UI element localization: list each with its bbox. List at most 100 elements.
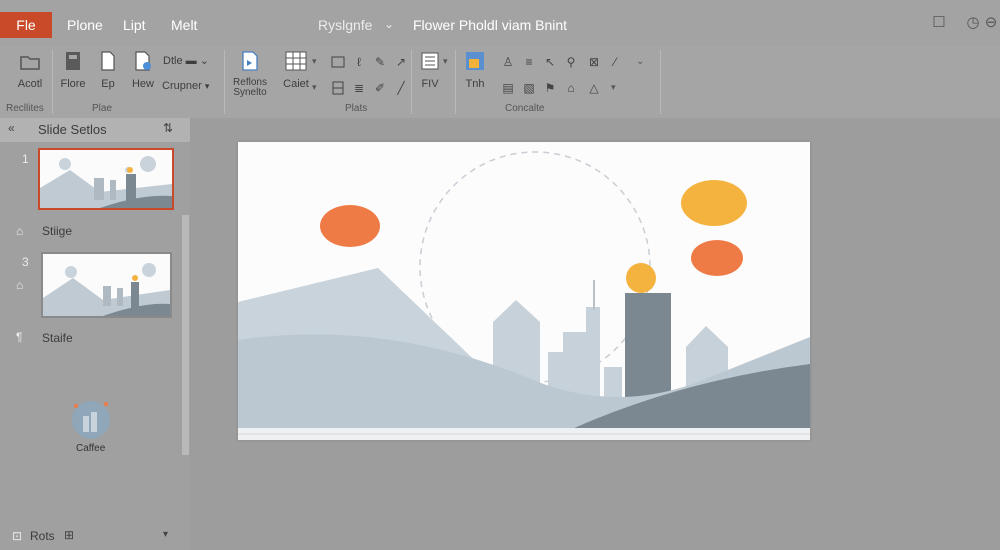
columns-icon[interactable] bbox=[330, 80, 346, 96]
lines-icon[interactable]: ≡ bbox=[521, 54, 537, 70]
crupner-dropdown[interactable]: Crupner ▾ bbox=[162, 80, 209, 92]
grid-icon[interactable]: ▤ bbox=[500, 80, 516, 96]
ribbon-separator bbox=[660, 50, 661, 114]
flore-button[interactable]: Flore bbox=[58, 50, 88, 100]
pin-icon[interactable]: ⚲ bbox=[563, 54, 579, 70]
group-label-concalte: Concalte bbox=[505, 103, 545, 114]
slash-icon[interactable]: ╱ bbox=[393, 80, 409, 96]
draw-icon[interactable]: ✐ bbox=[372, 80, 388, 96]
yellow-sun bbox=[681, 180, 747, 226]
chevron-down-icon[interactable]: ▾ bbox=[443, 56, 448, 67]
section-icon[interactable]: ¶ bbox=[16, 330, 22, 344]
slide-panel-scrollbar[interactable] bbox=[182, 215, 189, 455]
tag-icon[interactable]: ⚑ bbox=[542, 80, 558, 96]
section-label-staife: Staife bbox=[42, 331, 73, 345]
collapse-icon[interactable]: « bbox=[8, 121, 15, 135]
chevron-down-icon[interactable]: ⌄ bbox=[636, 56, 644, 67]
group-label-plats: Plats bbox=[345, 103, 368, 114]
arrow-icon[interactable]: ↗ bbox=[393, 54, 409, 70]
hew-button[interactable]: Hew bbox=[128, 50, 158, 100]
list-icon bbox=[419, 50, 441, 72]
chevron-down-icon[interactable]: ▾ bbox=[312, 82, 317, 93]
home-icon[interactable]: ⌂ bbox=[16, 278, 23, 292]
chevron-down-icon[interactable]: ▾ bbox=[163, 529, 168, 540]
group-label-plae: Plae bbox=[92, 103, 113, 114]
cursor-icon[interactable]: ↖ bbox=[542, 54, 558, 70]
restore-icon[interactable]: ☐ bbox=[930, 14, 948, 32]
font-italic-icon[interactable]: ℓ bbox=[351, 54, 367, 70]
menu-lipt[interactable]: Lipt bbox=[123, 17, 146, 33]
ribbon-separator bbox=[455, 50, 456, 114]
new-slide-icon bbox=[132, 50, 154, 72]
ep-label: Ep bbox=[101, 78, 115, 90]
sort-icon[interactable]: ⇅ bbox=[163, 121, 173, 135]
reflons-label: Reflons Synelto bbox=[233, 77, 267, 98]
notes-icon[interactable]: ⊡ bbox=[12, 529, 22, 543]
hew-label: Hew bbox=[131, 78, 154, 90]
orange-circle bbox=[691, 240, 743, 276]
antenna bbox=[593, 280, 595, 310]
caffee-label: Caffee bbox=[76, 443, 106, 454]
ribbon-separator bbox=[411, 50, 412, 114]
small-yellow-circle bbox=[626, 263, 656, 293]
caffee-thumbnail[interactable] bbox=[66, 398, 116, 440]
chevron-down-icon: ▾ bbox=[204, 81, 210, 91]
thumbnail-illustration bbox=[43, 263, 170, 316]
textbox-icon[interactable] bbox=[330, 54, 346, 70]
fiv-button[interactable]: FIV bbox=[416, 50, 444, 100]
minimize-icon[interactable]: ⊖ bbox=[982, 14, 1000, 32]
dash-icon: ▬ bbox=[185, 55, 197, 67]
eyedropper-icon[interactable]: ⁄ bbox=[607, 54, 623, 70]
section-label-stiige: Stiige bbox=[42, 224, 73, 238]
picture-icon bbox=[464, 50, 486, 72]
tnh-label: Tnh bbox=[465, 78, 485, 90]
align-icon[interactable]: ≣ bbox=[351, 80, 367, 96]
page-icon bbox=[97, 50, 119, 72]
ep-button[interactable]: Ep bbox=[96, 50, 120, 100]
shape-icon[interactable]: ▧ bbox=[521, 80, 537, 96]
acont-button[interactable]: Acotl bbox=[12, 50, 48, 100]
chevron-down-icon[interactable]: ▾ bbox=[611, 82, 616, 93]
lock-icon[interactable]: ⌂ bbox=[563, 80, 579, 96]
footer-label: Rots bbox=[30, 529, 55, 543]
slide-illustration bbox=[238, 151, 810, 440]
orange-sun bbox=[320, 205, 380, 247]
app-title: Flower Pholdl viam Bnint bbox=[413, 17, 568, 33]
caffee-icon bbox=[72, 401, 110, 439]
menu-plone[interactable]: Plone bbox=[67, 17, 103, 33]
reflons-button[interactable]: Reflons Synelto bbox=[228, 50, 272, 100]
triangle-icon[interactable]: △ bbox=[586, 80, 602, 96]
slideshow-icon bbox=[239, 50, 261, 72]
folder-icon bbox=[19, 50, 41, 72]
add-icon[interactable]: ⊞ bbox=[64, 528, 74, 542]
chevron-down-icon[interactable]: ⌄ bbox=[384, 17, 394, 31]
slide-number: 3 bbox=[22, 255, 29, 269]
group-label-recllites: Recllites bbox=[6, 103, 44, 114]
menu-melt[interactable]: Melt bbox=[171, 17, 197, 33]
dtle-dropdown[interactable]: Dtle ▬ ⌄ bbox=[163, 54, 209, 67]
history-icon[interactable]: ◷ bbox=[964, 14, 982, 32]
crupner-label: Crupner bbox=[162, 80, 202, 92]
chevron-down-icon[interactable]: ▾ bbox=[312, 56, 317, 67]
slide-thumbnail-3[interactable] bbox=[41, 252, 172, 318]
home-icon[interactable]: ⌂ bbox=[16, 224, 23, 238]
ribbon-separator bbox=[224, 50, 225, 114]
thumbnail-illustration bbox=[40, 156, 172, 208]
slide-number: 1 bbox=[22, 152, 29, 166]
crossed-icon[interactable]: ⊠ bbox=[586, 54, 602, 70]
flore-label: Flore bbox=[60, 78, 86, 90]
document-title[interactable]: Ryslgnfe bbox=[318, 17, 372, 33]
pen-icon[interactable]: ✎ bbox=[372, 54, 388, 70]
bell-icon[interactable]: ♙ bbox=[500, 54, 516, 70]
fiv-label: FIV bbox=[421, 78, 439, 90]
layout-icon bbox=[62, 50, 84, 72]
slide-thumbnail-1[interactable] bbox=[38, 148, 174, 210]
chevron-down-icon: ⌄ bbox=[199, 55, 209, 67]
slide-panel-title: Slide Setlos bbox=[38, 122, 107, 137]
tnh-button[interactable]: Tnh bbox=[460, 50, 490, 100]
main-slide[interactable] bbox=[238, 142, 810, 440]
file-tab[interactable]: Fle bbox=[0, 12, 52, 38]
ribbon-separator bbox=[52, 50, 53, 114]
dtle-label: Dtle bbox=[163, 55, 183, 67]
caiet-button[interactable]: Caiet bbox=[276, 50, 316, 100]
